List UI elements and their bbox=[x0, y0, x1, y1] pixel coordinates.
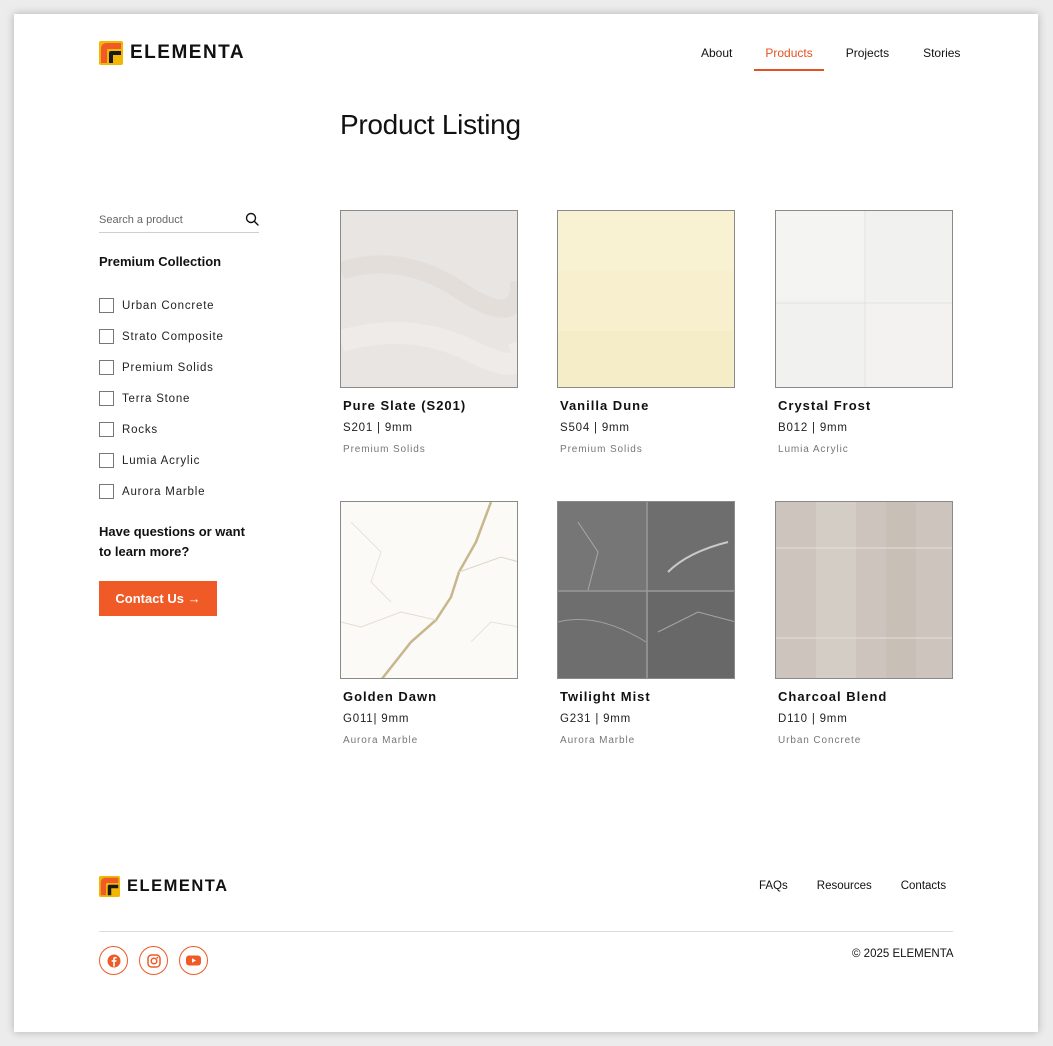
header-logo[interactable]: ELEMENTA bbox=[99, 41, 245, 65]
product-collection: Urban Concrete bbox=[778, 735, 862, 746]
filter-label: Strato Composite bbox=[122, 330, 224, 343]
nav-projects[interactable]: Projects bbox=[834, 38, 901, 71]
filter-urban-concrete[interactable]: Urban Concrete bbox=[99, 290, 224, 321]
checkbox[interactable] bbox=[99, 298, 114, 313]
filter-terra-stone[interactable]: Terra Stone bbox=[99, 383, 224, 414]
checkbox[interactable] bbox=[99, 484, 114, 499]
filter-premium-solids[interactable]: Premium Solids bbox=[99, 352, 224, 383]
product-code: B012 | 9mm bbox=[778, 422, 848, 434]
checkbox[interactable] bbox=[99, 391, 114, 406]
copyright: © 2025 ELEMENTA bbox=[852, 948, 954, 960]
elementa-logo-icon bbox=[99, 41, 123, 65]
filter-label: Aurora Marble bbox=[122, 485, 206, 498]
filter-strato-composite[interactable]: Strato Composite bbox=[99, 321, 224, 352]
filter-label: Lumia Acrylic bbox=[122, 454, 201, 467]
main-nav: About Products Projects Stories bbox=[689, 38, 982, 71]
filter-label: Urban Concrete bbox=[122, 299, 215, 312]
youtube-icon[interactable] bbox=[179, 946, 208, 975]
filter-rocks[interactable]: Rocks bbox=[99, 414, 224, 445]
search-box bbox=[99, 208, 259, 233]
filter-label: Terra Stone bbox=[122, 392, 191, 405]
product-code: S201 | 9mm bbox=[343, 422, 413, 434]
footer-divider bbox=[99, 931, 953, 932]
product-collection: Premium Solids bbox=[560, 444, 643, 455]
product-card[interactable]: Charcoal Blend D110 | 9mm Urban Concrete bbox=[775, 501, 953, 746]
page-title: Product Listing bbox=[340, 109, 521, 140]
footer-link-faqs[interactable]: FAQs bbox=[759, 880, 788, 892]
contact-us-button[interactable]: Contact Us → bbox=[99, 581, 217, 616]
nav-products[interactable]: Products bbox=[754, 38, 824, 71]
product-card[interactable]: Golden Dawn G011| 9mm Aurora Marble bbox=[340, 501, 518, 746]
product-image[interactable] bbox=[557, 501, 735, 679]
product-code: S504 | 9mm bbox=[560, 422, 630, 434]
footer-nav: FAQs Resources Contacts bbox=[759, 880, 975, 892]
product-image[interactable] bbox=[775, 501, 953, 679]
product-image[interactable] bbox=[775, 210, 953, 388]
checkbox[interactable] bbox=[99, 329, 114, 344]
collection-title: Premium Collection bbox=[99, 254, 222, 269]
product-collection: Premium Solids bbox=[343, 444, 426, 455]
product-image[interactable] bbox=[340, 210, 518, 388]
product-name: Golden Dawn bbox=[343, 689, 438, 704]
search-icon[interactable] bbox=[245, 212, 259, 226]
filter-aurora-marble[interactable]: Aurora Marble bbox=[99, 476, 224, 507]
filter-label: Premium Solids bbox=[122, 361, 214, 374]
product-code: D110 | 9mm bbox=[778, 713, 848, 725]
product-card[interactable]: Crystal Frost B012 | 9mm Lumia Acrylic bbox=[775, 210, 953, 455]
search-input[interactable] bbox=[99, 214, 234, 226]
product-code: G011| 9mm bbox=[343, 713, 410, 725]
brand-name: ELEMENTA bbox=[127, 877, 229, 895]
product-card[interactable]: Twilight Mist G231 | 9mm Aurora Marble bbox=[557, 501, 735, 746]
footer-link-resources[interactable]: Resources bbox=[817, 880, 872, 892]
product-image[interactable] bbox=[340, 501, 518, 679]
checkbox[interactable] bbox=[99, 422, 114, 437]
nav-stories[interactable]: Stories bbox=[911, 38, 972, 71]
elementa-logo-icon bbox=[99, 876, 120, 897]
product-name: Twilight Mist bbox=[560, 689, 651, 704]
checkbox[interactable] bbox=[99, 453, 114, 468]
product-code: G231 | 9mm bbox=[560, 713, 632, 725]
product-collection: Lumia Acrylic bbox=[778, 444, 849, 455]
social-links bbox=[99, 946, 219, 975]
product-collection: Aurora Marble bbox=[343, 735, 419, 746]
footer-link-contacts[interactable]: Contacts bbox=[901, 880, 946, 892]
product-collection: Aurora Marble bbox=[560, 735, 636, 746]
checkbox[interactable] bbox=[99, 360, 114, 375]
footer-logo[interactable]: ELEMENTA bbox=[99, 876, 229, 897]
instagram-icon[interactable] bbox=[139, 946, 168, 975]
help-question: Have questions or want to learn more? bbox=[99, 524, 245, 559]
product-name: Vanilla Dune bbox=[560, 398, 650, 413]
page: ELEMENTA About Products Projects Stories… bbox=[14, 14, 1038, 1032]
product-name: Crystal Frost bbox=[778, 398, 872, 413]
product-card[interactable]: Vanilla Dune S504 | 9mm Premium Solids bbox=[557, 210, 735, 455]
product-image[interactable] bbox=[557, 210, 735, 388]
product-name: Pure Slate (S201) bbox=[343, 398, 467, 413]
nav-about[interactable]: About bbox=[689, 38, 744, 71]
facebook-icon[interactable] bbox=[99, 946, 128, 975]
product-card[interactable]: Pure Slate (S201) S201 | 9mm Premium Sol… bbox=[340, 210, 518, 455]
filter-list: Urban Concrete Strato Composite Premium … bbox=[99, 290, 224, 507]
filter-lumia-acrylic[interactable]: Lumia Acrylic bbox=[99, 445, 224, 476]
brand-name: ELEMENTA bbox=[130, 42, 246, 63]
filter-label: Rocks bbox=[122, 423, 158, 436]
product-name: Charcoal Blend bbox=[778, 689, 888, 704]
